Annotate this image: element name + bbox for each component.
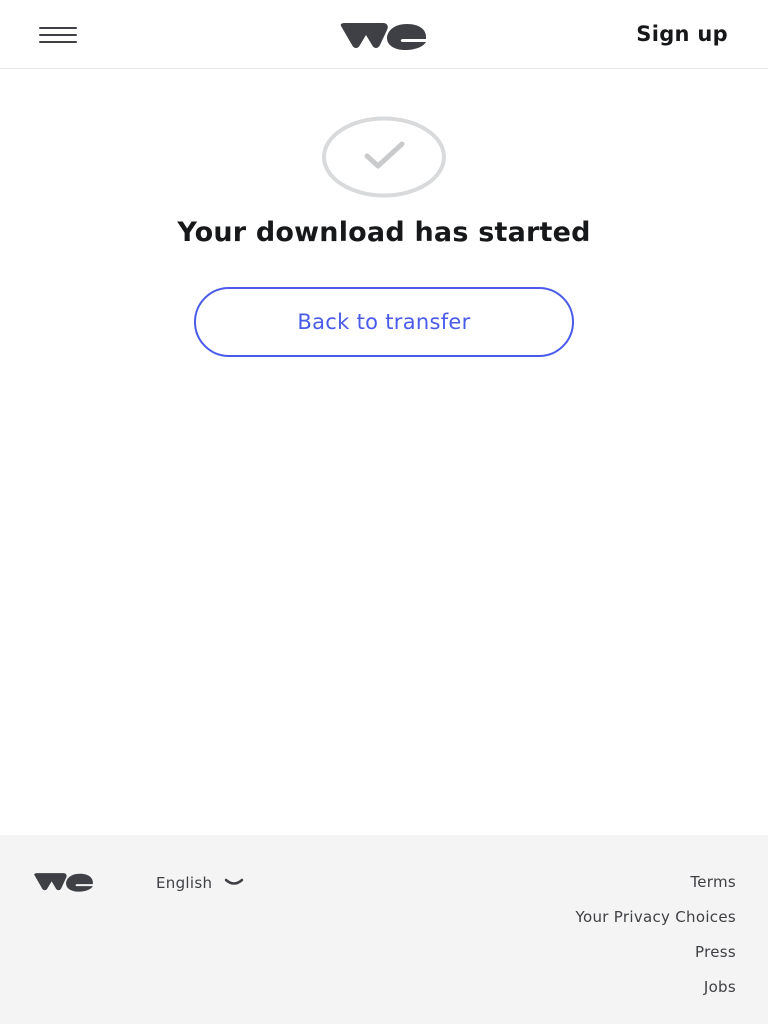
back-to-transfer-button[interactable]: Back to transfer bbox=[194, 287, 574, 357]
top-header: Sign up bbox=[0, 0, 768, 69]
footer-link-terms[interactable]: Terms bbox=[576, 873, 736, 908]
footer-link-jobs[interactable]: Jobs bbox=[576, 978, 736, 1013]
page-title: Your download has started bbox=[177, 217, 591, 248]
page: Sign up Your download has started Back t… bbox=[0, 0, 768, 1024]
footer-we-logo[interactable] bbox=[30, 871, 98, 893]
check-circle-icon bbox=[322, 116, 446, 198]
menu-button[interactable] bbox=[38, 24, 78, 46]
footer-links: Terms Your Privacy Choices Press Jobs bbox=[576, 873, 736, 1013]
chevron-down-icon bbox=[225, 878, 244, 885]
language-select[interactable]: English bbox=[156, 873, 244, 893]
footer-link-privacy-choices[interactable]: Your Privacy Choices bbox=[576, 908, 736, 943]
footer-link-press[interactable]: Press bbox=[576, 943, 736, 978]
footer: English Terms Your Privacy Choices Press… bbox=[0, 835, 768, 1024]
language-label: English bbox=[156, 874, 213, 892]
sign-up-button[interactable]: Sign up bbox=[636, 18, 728, 50]
we-logo[interactable] bbox=[339, 20, 429, 52]
